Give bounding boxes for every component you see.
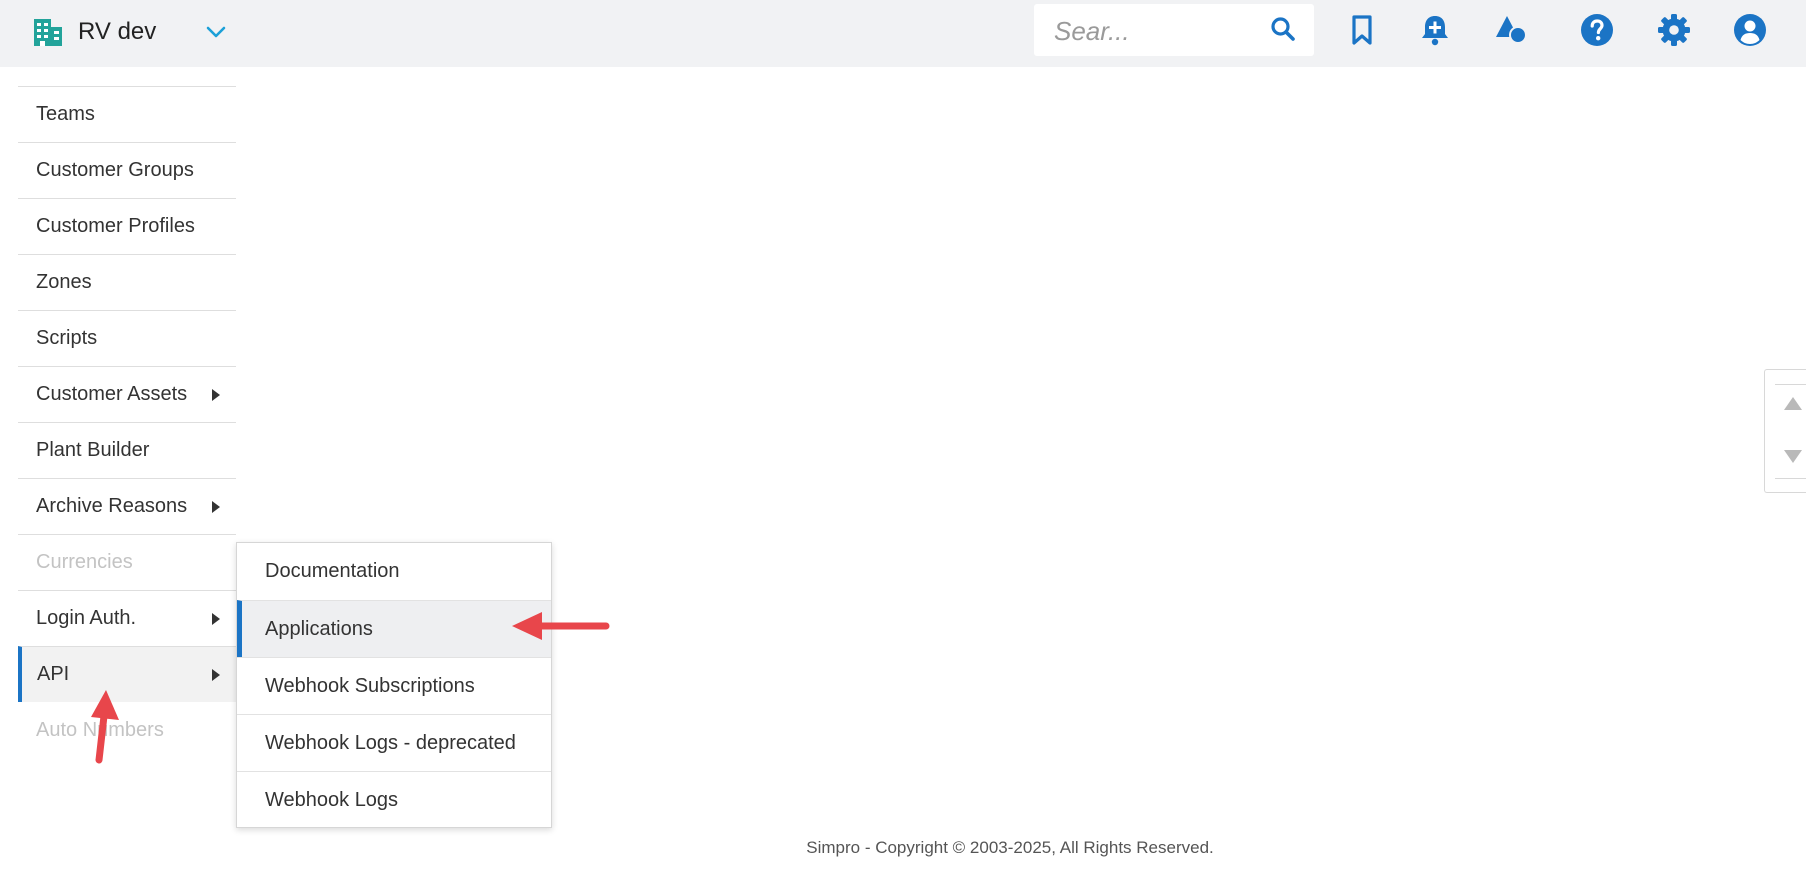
user-icon[interactable]	[1733, 13, 1767, 47]
caret-right-icon	[212, 501, 220, 513]
add-notification-icon[interactable]	[1418, 13, 1452, 47]
submenu-item-label: Applications	[265, 617, 373, 640]
caret-right-icon	[212, 389, 220, 401]
submenu-item-applications[interactable]: Applications	[237, 600, 551, 657]
divider	[1775, 384, 1806, 385]
caret-right-icon	[212, 613, 220, 625]
sidebar-item-label: Login Auth.	[36, 607, 137, 629]
sidebar-item-label: Customer Profiles	[36, 215, 195, 237]
sidebar-item-archive-reasons[interactable]: Archive Reasons	[18, 478, 236, 534]
submenu-item-label: Webhook Logs	[265, 788, 399, 811]
sidebar-item-label: Zones	[36, 271, 92, 293]
scroll-up-icon[interactable]	[1784, 397, 1802, 410]
sidebar-item-customer-assets[interactable]: Customer Assets	[18, 366, 236, 422]
sidebar-item-scripts[interactable]: Scripts	[18, 310, 236, 366]
sidebar-item-auto-numbers: Auto Numbers	[18, 702, 236, 758]
sidebar-item-label: Archive Reasons	[36, 495, 188, 517]
sidebar-item-teams[interactable]: Teams	[18, 86, 236, 142]
sidebar-item-label: Customer Groups	[36, 159, 194, 181]
api-submenu: Documentation Applications Webhook Subsc…	[236, 542, 552, 828]
submenu-item-webhook-logs-deprecated[interactable]: Webhook Logs - deprecated	[237, 714, 551, 771]
bookmark-icon[interactable]	[1345, 13, 1379, 47]
submenu-item-webhook-subscriptions[interactable]: Webhook Subscriptions	[237, 657, 551, 714]
sidebar-item-label: Teams	[36, 103, 95, 125]
sidebar-item-plant-builder[interactable]: Plant Builder	[18, 422, 236, 478]
sidebar-item-label: Scripts	[36, 327, 98, 349]
company-name: RV dev	[78, 18, 157, 45]
submenu-item-label: Webhook Logs - deprecated	[265, 731, 516, 754]
sidebar-item-currencies: Currencies	[18, 534, 236, 590]
search-icon[interactable]	[1270, 16, 1296, 42]
sidebar-item-api[interactable]: API	[18, 646, 236, 702]
chevron-down-icon[interactable]	[204, 20, 228, 44]
annotation-arrow-applications	[512, 612, 610, 640]
annotation-arrow-api	[91, 690, 119, 764]
help-icon[interactable]	[1580, 13, 1614, 47]
sidebar-item-label: Currencies	[36, 551, 133, 573]
top-bar: RV dev	[0, 0, 1806, 67]
sidebar-item-customer-profiles[interactable]: Customer Profiles	[18, 198, 236, 254]
shapes-icon[interactable]	[1494, 13, 1528, 47]
sidebar-item-login-auth[interactable]: Login Auth.	[18, 590, 236, 646]
scroll-widget	[1764, 369, 1806, 493]
scroll-down-icon[interactable]	[1784, 450, 1802, 463]
building-icon	[34, 19, 62, 46]
sidebar-item-zones[interactable]: Zones	[18, 254, 236, 310]
submenu-item-label: Documentation	[265, 560, 400, 582]
caret-right-icon	[212, 669, 220, 681]
submenu-item-documentation[interactable]: Documentation	[237, 543, 551, 600]
search-input[interactable]	[1034, 4, 1276, 58]
settings-sidebar: Teams Customer Groups Customer Profiles …	[18, 86, 236, 758]
divider	[1775, 478, 1806, 479]
submenu-item-label: Webhook Subscriptions	[265, 674, 475, 697]
sidebar-item-label: API	[37, 663, 70, 685]
sidebar-item-customer-groups[interactable]: Customer Groups	[18, 142, 236, 198]
search-box	[1034, 4, 1314, 58]
submenu-item-webhook-logs[interactable]: Webhook Logs	[237, 771, 551, 828]
gear-icon[interactable]	[1657, 13, 1691, 47]
copyright-footer: Simpro - Copyright © 2003-2025, All Righ…	[806, 838, 1214, 857]
sidebar-item-label: Plant Builder	[36, 439, 150, 461]
company-switcher[interactable]: RV dev	[32, 14, 226, 50]
sidebar-item-label: Customer Assets	[36, 383, 188, 405]
